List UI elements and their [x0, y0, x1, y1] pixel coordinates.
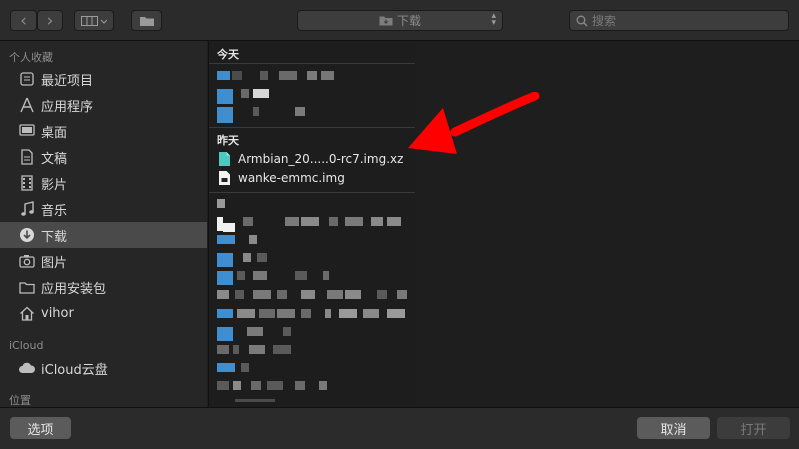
- button-label: 打开: [740, 422, 767, 438]
- sidebar-item-label: 下载: [41, 229, 68, 245]
- location-popup[interactable]: 下载 ▴ ▾: [297, 10, 503, 31]
- pictures-icon: [16, 254, 38, 268]
- redacted-file-row[interactable]: [215, 199, 411, 211]
- sidebar-item-applications[interactable]: 应用程序: [0, 92, 207, 118]
- redacted-file-row[interactable]: [215, 399, 411, 407]
- redacted-file-row[interactable]: [215, 253, 411, 267]
- divider: [209, 63, 415, 64]
- group-header-today: 今天: [217, 48, 239, 61]
- redacted-file-row[interactable]: [215, 71, 411, 83]
- cloud-icon: [16, 362, 38, 374]
- favorites-header: 个人收藏: [9, 51, 53, 64]
- folder-icon: [379, 16, 393, 26]
- cancel-button[interactable]: 取消: [637, 417, 710, 439]
- button-label: 选项: [27, 422, 54, 438]
- open-button[interactable]: 打开: [717, 417, 790, 439]
- music-icon: [16, 201, 38, 217]
- redacted-file-row[interactable]: [215, 235, 411, 247]
- chevron-left-icon: ‹: [20, 10, 27, 31]
- sidebar-item-label: vihor: [41, 305, 74, 321]
- view-mode-button[interactable]: [74, 10, 114, 31]
- divider: [209, 127, 415, 128]
- sidebar-item-desktop[interactable]: 桌面: [0, 118, 207, 144]
- sidebar-item-label: 最近项目: [41, 73, 94, 89]
- downloads-icon: [16, 227, 38, 243]
- file-name: Armbian_20.....0-rc7.img.xz: [238, 151, 404, 166]
- sidebar-item-icloud-drive[interactable]: iCloud云盘: [0, 355, 207, 381]
- sidebar-item-label: 应用程序: [41, 99, 94, 115]
- file-row-wanke[interactable]: wanke-emmc.img: [209, 168, 415, 187]
- redacted-file-row[interactable]: [215, 327, 411, 341]
- sidebar-item-label: 应用安装包: [41, 281, 107, 297]
- file-row-armbian[interactable]: Armbian_20.....0-rc7.img.xz: [209, 149, 415, 168]
- search-input[interactable]: [592, 13, 772, 28]
- sidebar-item-movies[interactable]: 影片: [0, 170, 207, 196]
- redacted-file-row[interactable]: [215, 309, 411, 321]
- annotation-arrow: [408, 92, 540, 154]
- search-icon: [576, 15, 588, 26]
- column-view-icon: [81, 15, 107, 26]
- sidebar-item-label: 图片: [41, 255, 68, 271]
- locations-header: 位置: [9, 394, 31, 407]
- folder-icon: [16, 281, 38, 294]
- desktop-icon: [16, 124, 38, 138]
- sidebar: 个人收藏 最近项目 应用程序 桌面 文稿 影片 音乐 下载 图片 应用安装包 v…: [0, 41, 207, 407]
- divider: [209, 192, 415, 193]
- sidebar-item-label: 文稿: [41, 151, 68, 167]
- redacted-file-row[interactable]: [215, 381, 411, 393]
- sidebar-item-recents[interactable]: 最近项目: [0, 66, 207, 92]
- location-label: 下载: [396, 14, 421, 28]
- redacted-file-row[interactable]: [215, 89, 411, 104]
- group-header-yesterday: 昨天: [217, 134, 239, 147]
- sidebar-item-home[interactable]: vihor: [0, 300, 207, 326]
- redacted-file-row[interactable]: [215, 217, 411, 232]
- back-button[interactable]: ‹: [10, 10, 37, 31]
- recent-icon: [16, 71, 38, 87]
- sidebar-item-pictures[interactable]: 图片: [0, 248, 207, 274]
- bottom-bar: 选项 取消 打开: [0, 407, 799, 449]
- toolbar: ‹ › 下载 ▴ ▾: [0, 0, 799, 41]
- sidebar-item-documents[interactable]: 文稿: [0, 144, 207, 170]
- forward-button[interactable]: ›: [37, 10, 63, 31]
- sidebar-item-label: 桌面: [41, 125, 68, 141]
- archive-file-icon: [219, 151, 233, 166]
- new-folder-icon: [139, 16, 154, 26]
- sidebar-item-label: 音乐: [41, 203, 68, 219]
- home-icon: [16, 306, 38, 321]
- sidebar-item-label: 影片: [41, 177, 68, 193]
- options-button[interactable]: 选项: [10, 417, 71, 439]
- file-name: wanke-emmc.img: [238, 170, 345, 185]
- search-field[interactable]: [569, 10, 789, 31]
- sidebar-item-downloads[interactable]: 下载: [0, 222, 207, 248]
- file-column: 今天 ▶ 昨天 Armbian_20.....0-rc7.img.xz wank…: [208, 41, 416, 407]
- sidebar-item-label: iCloud云盘: [41, 362, 108, 378]
- button-label: 取消: [660, 422, 687, 438]
- redacted-file-row[interactable]: [215, 290, 411, 302]
- redacted-file-row[interactable]: [215, 345, 411, 357]
- document-file-icon: [219, 170, 233, 185]
- new-folder-button[interactable]: [131, 10, 162, 31]
- applications-icon: [16, 97, 38, 113]
- documents-icon: [16, 149, 38, 165]
- sidebar-item-music[interactable]: 音乐: [0, 196, 207, 222]
- redacted-file-row[interactable]: [215, 107, 411, 123]
- sidebar-item-installers[interactable]: 应用安装包: [0, 274, 207, 300]
- stepper-icon: ▴ ▾: [491, 11, 496, 28]
- movies-icon: [16, 175, 38, 191]
- icloud-header: iCloud: [9, 339, 44, 352]
- chevron-right-icon: ›: [46, 10, 54, 31]
- redacted-file-row[interactable]: [215, 271, 411, 285]
- redacted-file-row[interactable]: [215, 363, 411, 375]
